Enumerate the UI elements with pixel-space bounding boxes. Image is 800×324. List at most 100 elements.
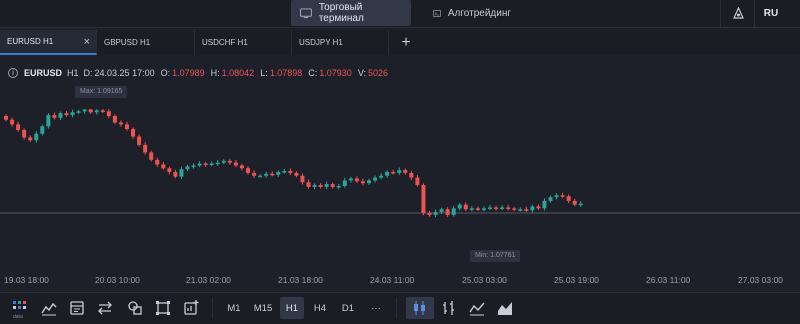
candle-body bbox=[433, 212, 438, 215]
candle-body bbox=[494, 207, 499, 209]
candle-body bbox=[10, 119, 15, 125]
candle-body bbox=[282, 171, 287, 173]
monitor-icon bbox=[300, 7, 312, 18]
timeframe-h1-button[interactable]: H1 bbox=[280, 297, 304, 319]
tab-gbpusd-h1[interactable]: GBPUSD H1 bbox=[97, 30, 195, 55]
candle-body bbox=[94, 110, 99, 113]
candle-body bbox=[481, 208, 486, 210]
candle-body bbox=[252, 172, 257, 176]
bars-chart-icon[interactable] bbox=[440, 299, 458, 317]
candle-body bbox=[131, 129, 136, 137]
x-tick-label: 21.03 18:00 bbox=[278, 275, 323, 285]
candle-body bbox=[536, 206, 541, 209]
x-tick-label: 25.03 19:00 bbox=[554, 275, 599, 285]
x-tick-label: 25.03 03:00 bbox=[462, 275, 507, 285]
candle-body bbox=[52, 115, 57, 118]
candle-body bbox=[137, 136, 142, 145]
candle-body bbox=[197, 163, 202, 166]
timeframe-m15-button[interactable]: M15 bbox=[250, 297, 276, 319]
line-chart-icon[interactable] bbox=[40, 299, 58, 317]
close-value: 1.07930 bbox=[319, 68, 352, 78]
candle-body bbox=[530, 206, 535, 211]
area-chart-icon[interactable] bbox=[496, 299, 514, 317]
candles-chart-type-button[interactable] bbox=[406, 297, 434, 319]
tab-usdchf-h1[interactable]: USDCHF H1 bbox=[195, 30, 292, 55]
tab-label: GBPUSD H1 bbox=[104, 38, 151, 47]
candle-body bbox=[125, 124, 129, 130]
candle-body bbox=[348, 178, 353, 181]
x-axis: 19.03 18:00 20.03 10:00 21.03 02:00 21.0… bbox=[0, 272, 800, 288]
divider bbox=[396, 298, 397, 318]
candle-body bbox=[288, 171, 293, 173]
candle-body bbox=[161, 164, 166, 169]
candle-body bbox=[475, 208, 480, 210]
data-caption: data bbox=[13, 314, 23, 320]
timeframe-h4-button[interactable]: H4 bbox=[308, 297, 332, 319]
calendar-icon[interactable] bbox=[68, 299, 86, 317]
chart-tabs: EURUSD H1 × GBPUSD H1 USDCHF H1 USDJPY H… bbox=[0, 30, 800, 55]
candle-body bbox=[578, 203, 583, 206]
candle-body bbox=[354, 178, 359, 182]
candle-body bbox=[221, 160, 226, 163]
max-price-label: Max: 1.09165 bbox=[75, 86, 128, 98]
candle-body bbox=[294, 172, 299, 176]
frame-icon[interactable] bbox=[154, 299, 172, 317]
candle-body bbox=[554, 195, 559, 198]
language-button[interactable]: RU bbox=[756, 0, 786, 26]
divider bbox=[212, 298, 213, 318]
candle-body bbox=[270, 173, 275, 176]
candle-body bbox=[185, 166, 190, 170]
high-value: 1.08042 bbox=[221, 68, 255, 78]
candle-body bbox=[367, 180, 371, 184]
candle-body bbox=[258, 175, 263, 178]
volume-value: 5026 bbox=[367, 68, 389, 78]
candle-body bbox=[76, 111, 81, 113]
candle-body bbox=[463, 204, 468, 210]
compare-icon[interactable] bbox=[96, 299, 114, 317]
tab-label: USDCHF H1 bbox=[202, 38, 248, 47]
symbol: EURUSD bbox=[24, 68, 63, 78]
candle-body bbox=[143, 144, 148, 153]
candle-body bbox=[518, 209, 523, 211]
candle-body bbox=[233, 162, 238, 166]
x-tick-label: 26.03 11:00 bbox=[646, 275, 691, 285]
open-label: O: bbox=[160, 68, 171, 78]
candle-body bbox=[560, 195, 565, 197]
shapes-icon[interactable] bbox=[126, 299, 144, 317]
nav-algotrading[interactable]: Алготрейдинг bbox=[424, 0, 520, 26]
x-tick-label: 20.03 10:00 bbox=[95, 275, 140, 285]
candle-body bbox=[118, 122, 123, 125]
tab-usdjpy-h1[interactable]: USDJPY H1 bbox=[292, 30, 389, 55]
close-icon[interactable]: × bbox=[84, 36, 90, 48]
candle-body bbox=[106, 111, 111, 116]
line-type-icon[interactable] bbox=[468, 299, 486, 317]
add-indicator-icon[interactable] bbox=[182, 299, 200, 317]
tab-eurusd-h1[interactable]: EURUSD H1 × bbox=[0, 30, 97, 55]
timeframe-m1-button[interactable]: M1 bbox=[222, 297, 246, 319]
candle-body bbox=[548, 197, 553, 201]
candle-body bbox=[403, 170, 408, 173]
data-button[interactable]: data bbox=[8, 296, 32, 322]
candle-body bbox=[542, 200, 547, 209]
candle-body bbox=[306, 182, 311, 187]
divider bbox=[754, 0, 755, 28]
candle-body bbox=[179, 169, 184, 177]
candle-body bbox=[409, 172, 414, 178]
candle-body bbox=[22, 129, 27, 138]
add-tab-button[interactable]: + bbox=[391, 30, 421, 55]
more-timeframes-button[interactable]: ··· bbox=[364, 297, 388, 319]
theme-toggle-button[interactable] bbox=[724, 0, 752, 26]
candle-body bbox=[439, 209, 444, 213]
timeframe: H1 bbox=[67, 68, 79, 78]
volume-label: V: bbox=[357, 68, 366, 78]
timeframe-d1-button[interactable]: D1 bbox=[336, 297, 360, 319]
nav-trading-terminal[interactable]: Торговый терминал bbox=[291, 0, 411, 26]
candle-body bbox=[246, 168, 250, 173]
x-tick-label: 21.03 02:00 bbox=[186, 275, 231, 285]
info-icon[interactable]: i bbox=[8, 68, 18, 78]
price-chart[interactable]: Max: 1.09165 Min: 1.07761 bbox=[0, 82, 800, 272]
min-price-label: Min: 1.07761 bbox=[470, 250, 521, 262]
candle-body bbox=[28, 137, 33, 141]
ohlc-info: i EURUSD H1 D: 24.03.25 17:00 O: 1.07989… bbox=[8, 67, 394, 79]
candle-body bbox=[155, 159, 160, 165]
